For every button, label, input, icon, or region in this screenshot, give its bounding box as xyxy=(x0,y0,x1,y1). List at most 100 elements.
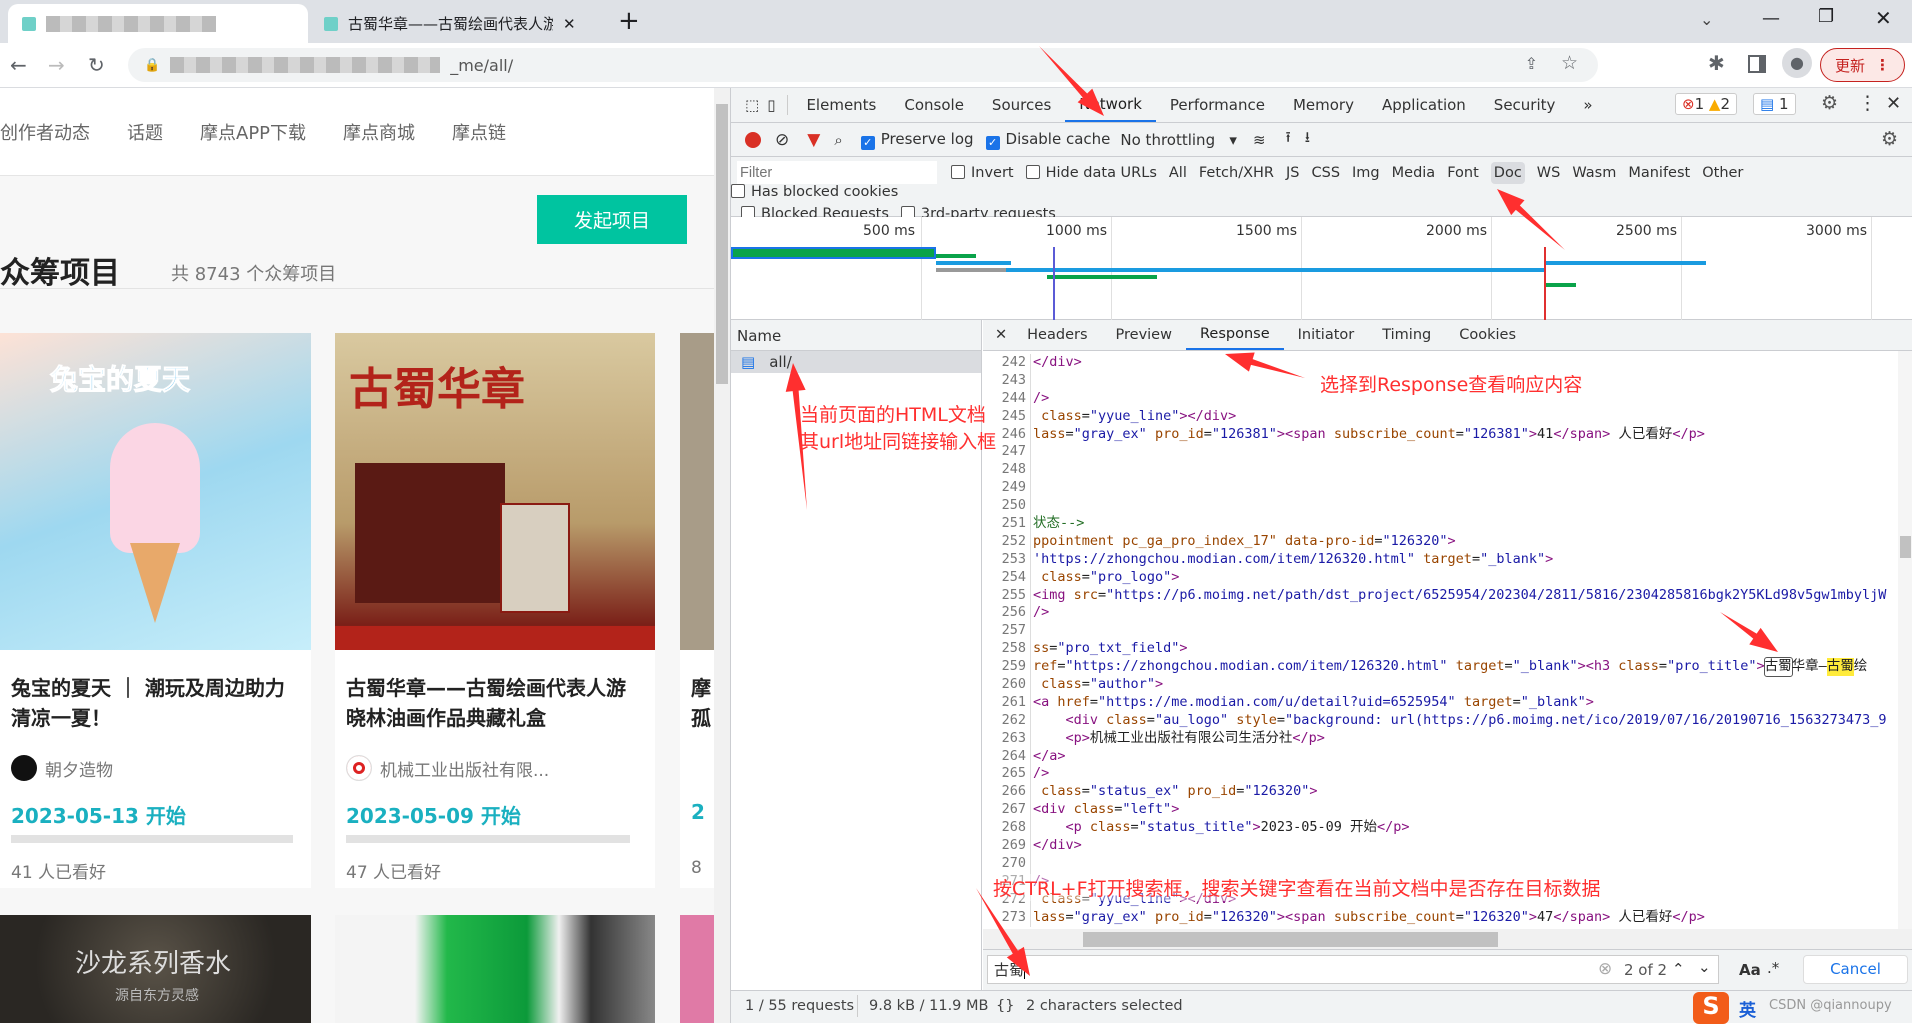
tab-application[interactable]: Application xyxy=(1368,88,1480,122)
project-title[interactable]: 摩孤 xyxy=(691,673,714,733)
record-button[interactable] xyxy=(745,131,761,148)
type-media[interactable]: Media xyxy=(1392,165,1436,181)
type-all[interactable]: All xyxy=(1169,165,1187,181)
tab-headers[interactable]: Headers xyxy=(1013,320,1101,350)
match-case-button[interactable]: Aa xyxy=(1739,961,1761,979)
filter-input[interactable] xyxy=(737,161,937,184)
filter-icon[interactable]: ▼ xyxy=(807,130,820,150)
tab-initiator[interactable]: Initiator xyxy=(1284,320,1369,350)
project-title[interactable]: 古蜀华章——古蜀绘画代表人游晓林油画作品典藏礼盒 xyxy=(346,673,636,733)
invert-checkbox[interactable]: Invert xyxy=(951,164,1014,181)
clear-search-icon[interactable]: ⊗ xyxy=(1598,959,1612,979)
has-blocked-cookies-checkbox[interactable]: Has blocked cookies xyxy=(731,184,898,200)
scrollbar-thumb[interactable] xyxy=(1083,932,1498,947)
nav-item[interactable]: 摩点APP下载 xyxy=(200,119,306,145)
minimize-icon[interactable]: — xyxy=(1762,8,1780,29)
tab-cookies[interactable]: Cookies xyxy=(1445,320,1530,350)
project-author[interactable]: 朝夕造物 xyxy=(11,755,113,781)
tab-response[interactable]: Response xyxy=(1185,320,1284,350)
type-wasm[interactable]: Wasm xyxy=(1572,165,1616,181)
project-image[interactable] xyxy=(335,915,655,1023)
nav-item[interactable]: 创作者动态 xyxy=(0,119,90,145)
star-icon[interactable]: ☆ xyxy=(1561,52,1578,74)
clear-icon[interactable]: ⊘ xyxy=(775,130,789,150)
preserve-log-checkbox[interactable]: ✓ Preserve log xyxy=(860,130,974,150)
disable-cache-checkbox[interactable]: ✓ Disable cache xyxy=(985,130,1110,150)
type-css[interactable]: CSS xyxy=(1311,165,1340,181)
project-author[interactable]: 机械工业出版社有限... xyxy=(346,755,549,781)
tab-preview[interactable]: Preview xyxy=(1102,320,1186,350)
more-options-icon[interactable]: ⋮ xyxy=(1858,92,1877,114)
page-scrollbar[interactable] xyxy=(714,88,730,1023)
ime-language[interactable]: 英 xyxy=(1739,996,1756,1021)
tab-console[interactable]: Console xyxy=(890,88,978,122)
project-image[interactable] xyxy=(680,915,714,1023)
type-ws[interactable]: WS xyxy=(1537,165,1561,181)
close-tab-icon[interactable]: ✕ xyxy=(563,15,576,33)
regex-button[interactable]: .* xyxy=(1767,959,1779,977)
search-icon[interactable]: ⌕ xyxy=(834,131,842,149)
network-settings-icon[interactable]: ⚙ xyxy=(1881,128,1898,150)
network-overview-timeline[interactable]: 500 ms 1000 ms 1500 ms 2000 ms 2500 ms 3… xyxy=(731,217,1912,320)
cancel-search-button[interactable]: Cancel xyxy=(1803,955,1908,984)
project-card[interactable]: 古蜀华章 古蜀华章——古蜀绘画代表人游晓林油画作品典藏礼盒 机械工业出版社有限.… xyxy=(335,333,655,888)
more-tabs-icon[interactable]: » xyxy=(1569,88,1606,122)
type-doc[interactable]: Doc xyxy=(1490,161,1525,184)
project-card[interactable]: 摩孤 2 8 xyxy=(680,333,714,888)
tab-network[interactable]: Network xyxy=(1065,88,1156,122)
extensions-icon[interactable]: ✱ xyxy=(1708,51,1725,75)
request-row[interactable]: ▤ all/ xyxy=(731,351,981,373)
messages-counter[interactable]: ▤ 1 xyxy=(1753,93,1796,115)
tab-sources[interactable]: Sources xyxy=(978,88,1065,122)
tab-performance[interactable]: Performance xyxy=(1156,88,1279,122)
close-devtools-icon[interactable]: ✕ xyxy=(1886,93,1901,114)
previous-match-icon[interactable]: ⌃ xyxy=(1672,960,1685,978)
type-other[interactable]: Other xyxy=(1702,165,1743,181)
network-conditions-icon[interactable]: ≋ xyxy=(1253,131,1266,149)
profile-avatar-icon[interactable]: ● xyxy=(1782,48,1812,78)
type-manifest[interactable]: Manifest xyxy=(1628,165,1690,181)
type-js[interactable]: JS xyxy=(1286,165,1299,181)
project-image[interactable]: 沙龙系列香水 源自东方灵感 xyxy=(0,915,311,1023)
tab-search-chevron-icon[interactable]: ⌄ xyxy=(1700,10,1713,29)
settings-gear-icon[interactable]: ⚙ xyxy=(1821,92,1838,114)
tab-elements[interactable]: Elements xyxy=(792,88,890,122)
url-input[interactable]: 🔒 _me/all/ ⇪ ☆ xyxy=(128,48,1598,82)
back-icon[interactable]: ← xyxy=(10,53,27,77)
hide-data-urls-checkbox[interactable]: Hide data URLs xyxy=(1025,164,1157,181)
project-card[interactable]: 兔宝的夏天 兔宝的夏天 ｜ 潮玩及周边助力清凉一夏！ 朝夕造物 2023-05-… xyxy=(0,333,311,888)
throttling-select[interactable]: No throttling ▾ xyxy=(1120,131,1237,149)
scrollbar-thumb[interactable] xyxy=(716,104,728,384)
next-match-icon[interactable]: ⌄ xyxy=(1698,958,1711,976)
scrollbar-thumb[interactable] xyxy=(1900,536,1911,558)
forward-icon[interactable]: → xyxy=(48,53,65,77)
tab-timing[interactable]: Timing xyxy=(1368,320,1445,350)
close-window-icon[interactable]: ✕ xyxy=(1875,6,1892,30)
export-har-icon[interactable]: ⭳ xyxy=(1305,127,1310,152)
new-tab-icon[interactable]: + xyxy=(618,6,640,36)
reload-icon[interactable]: ↻ xyxy=(88,53,105,77)
nav-item[interactable]: 摩点商城 xyxy=(343,119,415,145)
tab-memory[interactable]: Memory xyxy=(1279,88,1368,122)
type-fetch-xhr[interactable]: Fetch/XHR xyxy=(1199,165,1274,181)
side-panel-icon[interactable] xyxy=(1748,55,1766,73)
close-detail-icon[interactable]: ✕ xyxy=(995,327,1007,343)
tab-security[interactable]: Security xyxy=(1480,88,1570,122)
response-source[interactable]: 242 </div> 243 244/> 245 class = "yyue_line" ><… xyxy=(983,354,1898,934)
browser-tab-2[interactable]: 古蜀华章——古蜀绘画代表人游晓 ✕ xyxy=(310,4,600,43)
browser-tab-1[interactable] xyxy=(8,4,308,43)
update-button[interactable]: 更新 ⋮ xyxy=(1820,48,1905,82)
nav-item[interactable]: 摩点链 xyxy=(452,119,506,145)
code-horizontal-scrollbar[interactable] xyxy=(983,929,1912,949)
share-icon[interactable]: ⇪ xyxy=(1525,54,1538,73)
restore-icon[interactable]: ❐ xyxy=(1818,6,1834,27)
pretty-print-icon[interactable]: {} xyxy=(996,998,1014,1014)
issues-counter[interactable]: ⊗1 ▲2 xyxy=(1675,93,1737,115)
type-font[interactable]: Font xyxy=(1447,165,1479,181)
inspect-element-icon[interactable]: ⬚ xyxy=(745,96,759,114)
nav-item[interactable]: 话题 xyxy=(127,119,163,145)
type-img[interactable]: Img xyxy=(1352,165,1380,181)
code-vertical-scrollbar[interactable] xyxy=(1898,351,1912,936)
search-input[interactable]: 古蜀 ⊗ 2 of 2 ⌃ ⌄ xyxy=(987,955,1719,984)
project-title[interactable]: 兔宝的夏天 ｜ 潮玩及周边助力清凉一夏！ xyxy=(11,673,301,733)
